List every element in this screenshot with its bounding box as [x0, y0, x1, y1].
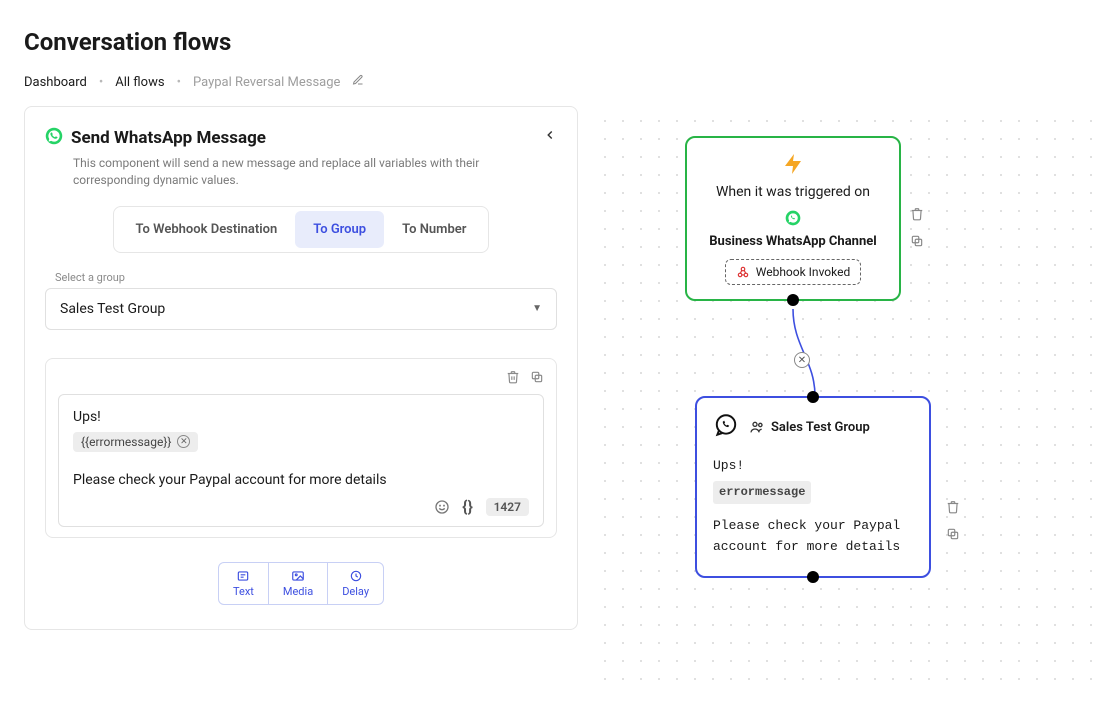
duplicate-node-icon[interactable] — [910, 233, 924, 252]
whatsapp-icon — [785, 210, 801, 226]
delete-node-icon[interactable] — [946, 499, 960, 518]
whatsapp-icon — [45, 127, 63, 149]
breadcrumb-current: Paypal Reversal Message — [193, 75, 340, 90]
delete-node-icon[interactable] — [910, 206, 924, 225]
caret-down-icon: ▼ — [532, 303, 542, 314]
message-node-tools — [946, 499, 960, 545]
add-media-button[interactable]: Media — [269, 563, 328, 604]
node-group-name: Sales Test Group — [771, 420, 870, 435]
panel-title: Send WhatsApp Message — [71, 128, 266, 148]
tab-to-number[interactable]: To Number — [384, 211, 484, 248]
message-editor[interactable]: Ups! {{errormessage}} ✕ Please check you… — [58, 394, 544, 527]
tab-to-webhook[interactable]: To Webhook Destination — [118, 211, 296, 248]
trigger-node[interactable]: When it was triggered on Business WhatsA… — [685, 136, 901, 301]
message-card: Ups! {{errormessage}} ✕ Please check you… — [45, 358, 557, 538]
message-line1: Ups! — [73, 409, 529, 425]
breadcrumb-sep: • — [99, 75, 103, 90]
char-counter: 1427 — [486, 498, 529, 516]
duplicate-node-icon[interactable] — [946, 526, 960, 545]
delete-edge-icon[interactable]: ✕ — [794, 352, 810, 368]
add-text-label: Text — [233, 585, 254, 598]
variable-chip[interactable]: {{errormessage}} ✕ — [73, 432, 198, 452]
add-delay-label: Delay — [342, 585, 369, 598]
trigger-channel: Business WhatsApp Channel — [699, 234, 887, 249]
node-output-port[interactable] — [787, 294, 799, 306]
panel-description: This component will send a new message a… — [73, 155, 533, 190]
breadcrumb-sep: • — [177, 75, 181, 90]
webhook-chip[interactable]: Webhook Invoked — [725, 259, 861, 285]
trigger-line1: When it was triggered on — [699, 184, 887, 200]
breadcrumb-root[interactable]: Dashboard — [24, 75, 87, 90]
node-output-port[interactable] — [807, 571, 819, 583]
breadcrumb: Dashboard • All flows • Paypal Reversal … — [24, 74, 1103, 90]
config-panel: Send WhatsApp Message This component wil… — [24, 106, 578, 630]
delete-message-icon[interactable] — [506, 369, 520, 388]
close-panel-icon[interactable] — [543, 127, 557, 146]
variable-tool-icon[interactable]: {} — [460, 499, 476, 515]
variable-chip-label: {{errormessage}} — [81, 435, 171, 449]
node-input-port[interactable] — [807, 391, 819, 403]
breadcrumb-all-flows[interactable]: All flows — [115, 75, 164, 90]
flow-canvas[interactable]: ✕ When it was triggered on Business What… — [590, 106, 1103, 696]
tab-to-group[interactable]: To Group — [295, 211, 384, 248]
message-body: Please check your Paypal account for mor… — [73, 472, 529, 488]
group-select-label: Select a group — [55, 271, 557, 284]
group-select-value: Sales Test Group — [60, 301, 165, 317]
edit-name-icon[interactable] — [352, 74, 364, 90]
trigger-node-tools — [910, 206, 924, 252]
destination-segmented: To Webhook Destination To Group To Numbe… — [113, 206, 490, 253]
message-node[interactable]: Sales Test Group Ups! errormessage Pleas… — [695, 396, 931, 578]
node-body: Please check your Paypal account for mor… — [713, 516, 913, 558]
remove-variable-icon[interactable]: ✕ — [177, 435, 190, 448]
bolt-icon — [781, 152, 805, 176]
webhook-chip-label: Webhook Invoked — [756, 265, 850, 279]
group-icon — [749, 419, 765, 435]
node-line1: Ups! — [713, 456, 913, 477]
add-delay-button[interactable]: Delay — [328, 563, 383, 604]
emoji-tool-icon[interactable] — [434, 499, 450, 515]
webhook-icon — [736, 265, 750, 279]
whatsapp-outline-icon — [713, 412, 739, 442]
add-text-button[interactable]: Text — [219, 563, 269, 604]
add-component-tabs: Text Media Delay — [218, 562, 384, 605]
group-select[interactable]: Sales Test Group ▼ — [45, 288, 557, 330]
node-variable: errormessage — [713, 481, 811, 504]
duplicate-message-icon[interactable] — [530, 369, 544, 388]
page-title: Conversation flows — [24, 28, 1103, 56]
add-media-label: Media — [283, 585, 313, 598]
